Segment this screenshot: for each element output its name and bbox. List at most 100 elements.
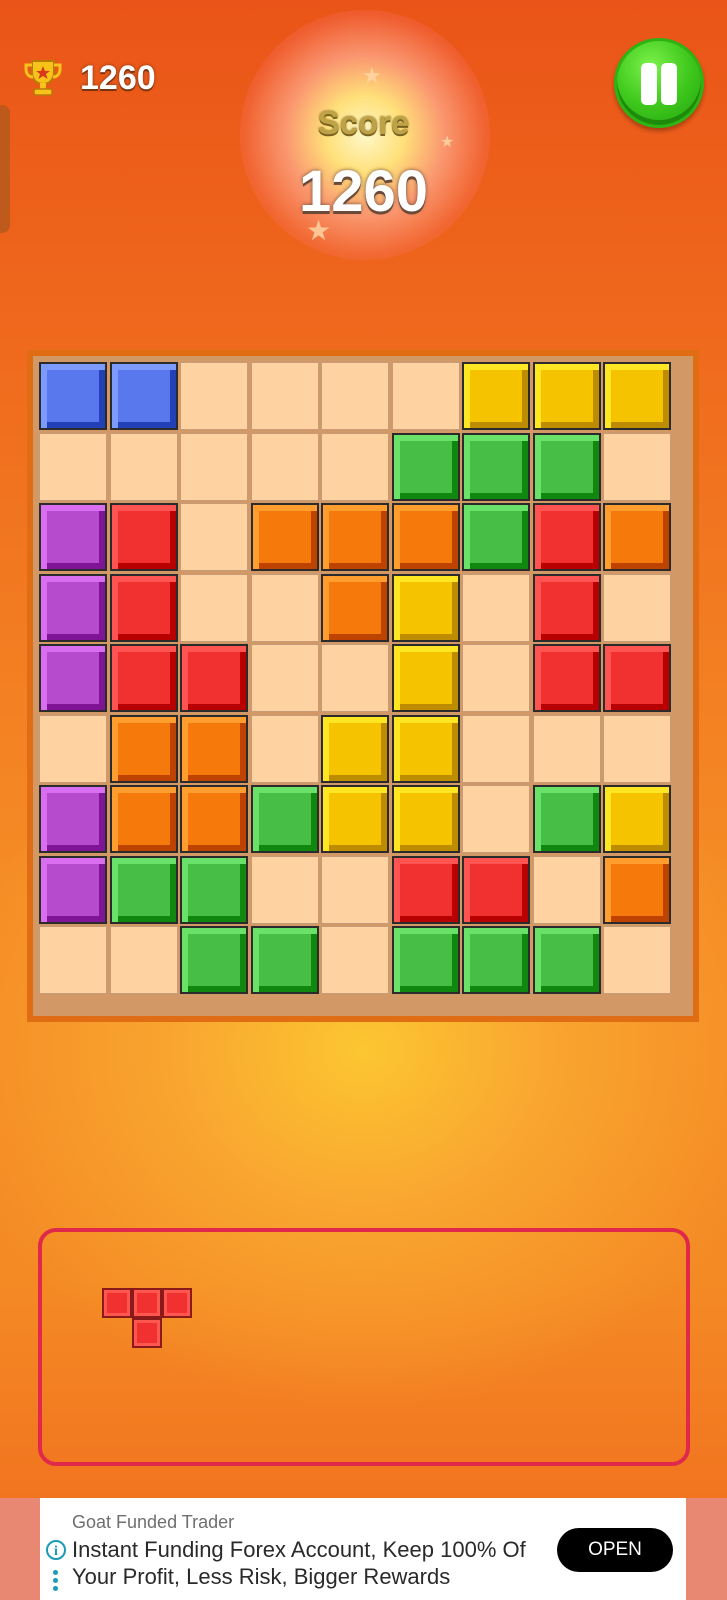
empty-cell <box>180 503 248 571</box>
pause-button[interactable] <box>614 38 704 128</box>
empty-cell <box>39 714 107 783</box>
filled-block <box>180 785 248 853</box>
score-label: Score <box>317 104 410 141</box>
filled-block <box>391 714 460 783</box>
filled-block <box>39 503 107 571</box>
filled-block <box>391 644 460 712</box>
empty-cell <box>250 855 319 924</box>
empty-cell <box>603 926 671 994</box>
empty-cell <box>462 714 530 783</box>
trophy-icon <box>24 60 62 96</box>
filled-block <box>109 362 178 430</box>
ad-brand: Goat Funded Trader <box>72 1512 235 1532</box>
filled-block <box>532 644 601 712</box>
filled-block <box>250 503 319 571</box>
filled-block <box>109 573 178 642</box>
ad-open-button[interactable]: OPEN <box>557 1528 673 1572</box>
filled-block <box>391 573 460 642</box>
empty-cell <box>391 362 460 430</box>
piece-block <box>132 1318 162 1348</box>
filled-block <box>109 855 178 924</box>
empty-cell <box>180 362 248 430</box>
empty-cell <box>39 926 107 994</box>
filled-block <box>603 855 671 924</box>
empty-cell <box>321 432 389 501</box>
best-score: 1260 <box>24 56 156 100</box>
filled-block <box>462 503 530 571</box>
piece-tray <box>38 1228 690 1466</box>
filled-block <box>109 503 178 571</box>
empty-cell <box>462 785 530 853</box>
filled-block <box>321 785 389 853</box>
filled-block <box>250 785 319 853</box>
filled-block <box>180 644 248 712</box>
filled-block <box>180 855 248 924</box>
empty-cell <box>180 432 248 501</box>
filled-block <box>39 855 107 924</box>
filled-block <box>532 785 601 853</box>
filled-block <box>532 926 601 994</box>
empty-cell <box>39 432 107 501</box>
empty-cell <box>462 644 530 712</box>
ad-content[interactable]: i Goat Funded Trader Instant Funding For… <box>40 1498 686 1600</box>
filled-block <box>180 714 248 783</box>
filled-block <box>109 644 178 712</box>
filled-block <box>462 432 530 501</box>
filled-block <box>109 714 178 783</box>
filled-block <box>462 855 530 924</box>
filled-block <box>532 362 601 430</box>
piece-block <box>132 1288 162 1318</box>
empty-cell <box>250 714 319 783</box>
empty-cell <box>180 573 248 642</box>
empty-cell <box>532 855 601 924</box>
empty-cell <box>109 432 178 501</box>
more-options-icon[interactable] <box>53 1570 58 1594</box>
filled-block <box>321 573 389 642</box>
filled-block <box>603 785 671 853</box>
filled-block <box>462 926 530 994</box>
empty-cell <box>603 573 671 642</box>
filled-block <box>250 926 319 994</box>
filled-block <box>603 362 671 430</box>
ad-banner[interactable]: i Goat Funded Trader Instant Funding For… <box>0 1498 727 1600</box>
empty-cell <box>321 926 389 994</box>
piece-block <box>102 1288 132 1318</box>
empty-cell <box>250 362 319 430</box>
filled-block <box>109 785 178 853</box>
empty-cell <box>321 644 389 712</box>
empty-cell <box>250 432 319 501</box>
filled-block <box>391 432 460 501</box>
filled-block <box>532 573 601 642</box>
filled-block <box>462 362 530 430</box>
filled-block <box>603 503 671 571</box>
game-board[interactable] <box>27 350 699 1022</box>
piece-block <box>162 1288 192 1318</box>
filled-block <box>39 644 107 712</box>
empty-cell <box>532 714 601 783</box>
filled-block <box>39 785 107 853</box>
filled-block <box>39 362 107 430</box>
best-score-value: 1260 <box>80 58 156 97</box>
sparkle-icon: ★ <box>362 64 382 89</box>
filled-block <box>39 573 107 642</box>
filled-block <box>532 503 601 571</box>
empty-cell <box>250 573 319 642</box>
filled-block <box>603 644 671 712</box>
empty-cell <box>603 714 671 783</box>
ad-text: Instant Funding Forex Account, Keep 100%… <box>72 1537 526 1589</box>
empty-cell <box>250 644 319 712</box>
empty-cell <box>109 926 178 994</box>
filled-block <box>391 855 460 924</box>
filled-block <box>532 432 601 501</box>
score-value: 1260 <box>298 159 429 224</box>
empty-cell <box>462 573 530 642</box>
filled-block <box>180 926 248 994</box>
filled-block <box>391 503 460 571</box>
filled-block <box>321 503 389 571</box>
empty-cell <box>603 432 671 501</box>
info-icon[interactable]: i <box>46 1540 66 1560</box>
empty-cell <box>321 855 389 924</box>
filled-block <box>391 785 460 853</box>
filled-block <box>391 926 460 994</box>
filled-block <box>321 714 389 783</box>
